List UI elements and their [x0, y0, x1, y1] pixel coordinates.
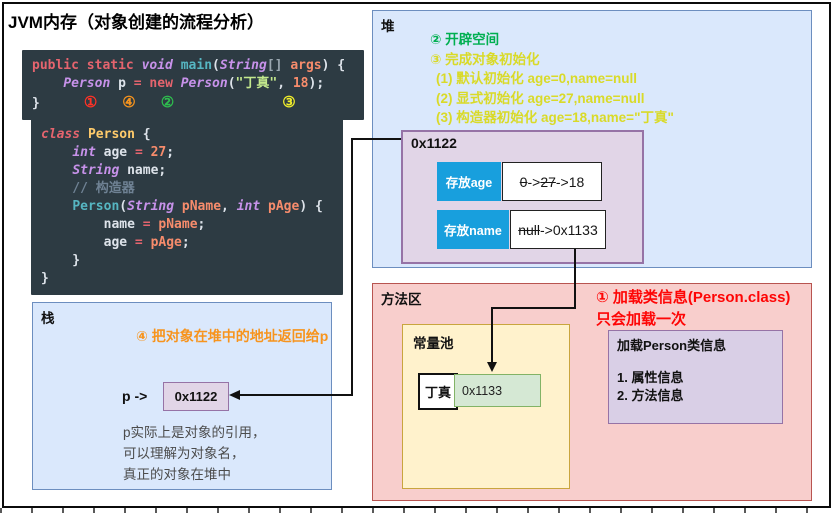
pointer-label: p ->	[122, 388, 148, 404]
arrow-glyph: ->	[540, 221, 553, 238]
name-final-value: 0x1133	[552, 221, 598, 238]
constant-pool-key-cell: 丁真	[418, 373, 458, 410]
page-title: JVM内存（对象创建的流程分析）	[8, 13, 264, 32]
stack-note-line-1: p实际上是对象的引用，	[123, 425, 266, 440]
name-slot-label: 存放name	[437, 210, 509, 249]
age-old-value-27: 27	[540, 173, 556, 190]
class-info-box: 加载Person类信息 1. 属性信息 2. 方法信息	[608, 330, 783, 424]
constant-pool-box: 常量池 丁真 0x1133	[402, 324, 570, 489]
heap-label: 堆	[381, 19, 395, 34]
cutoff-text-strip	[0, 508, 833, 513]
name-slot-row: 存放name null -> 0x1133	[437, 210, 606, 249]
constant-pool-label: 常量池	[413, 336, 454, 351]
age-final-value: 18	[568, 173, 585, 190]
step-1-line-2: 只会加载一次	[596, 311, 687, 328]
stack-label: 栈	[41, 311, 55, 326]
heap-object-address: 0x1122	[411, 135, 457, 151]
stack-note-line-2: 可以理解为对象名，	[123, 446, 245, 461]
class-info-title: 加载Person类信息	[617, 338, 727, 353]
constant-pool-value-cell: 0x1133	[454, 374, 541, 407]
stack-step-4: ④ 把对象在堆中的地址返回给p	[136, 328, 329, 344]
stack-address-chip: 0x1122	[163, 382, 229, 411]
heap-step-3-2: (2) 显式初始化 age=27,name=null	[436, 90, 645, 106]
heap-step-3: ③ 完成对象初始化	[430, 51, 540, 67]
stack-note: p实际上是对象的引用， 可以理解为对象名， 真正的对象在堆中	[123, 422, 266, 485]
age-slot-value: 0 -> 27 -> 18	[502, 162, 602, 201]
name-slot-value: null -> 0x1133	[510, 210, 606, 249]
step-1-line-1: ① 加载类信息(Person.class)	[596, 289, 791, 306]
code-block-main: public static void main(String[] args) {…	[22, 50, 364, 120]
age-old-value-0: 0	[519, 173, 528, 190]
age-slot-row: 存放age 0 -> 27 -> 18	[437, 162, 602, 201]
heap-steps: ② 开辟空间 ③ 完成对象初始化 (1) 默认初始化 age=0,name=nu…	[430, 30, 674, 128]
code-block-person: class Person { int age = 27; String name…	[31, 119, 343, 295]
method-area-label: 方法区	[381, 292, 422, 307]
name-old-value-null: null	[518, 221, 541, 238]
class-info-item-2: 2. 方法信息	[617, 388, 684, 403]
age-slot-label: 存放age	[437, 162, 501, 201]
heap-step-3-1: (1) 默认初始化 age=0,name=null	[436, 71, 638, 86]
heap-step-2: ② 开辟空间	[430, 32, 500, 47]
heap-step-3-3: (3) 构造器初始化 age=18,name="丁真"	[436, 110, 674, 125]
method-area-step-1: ① 加载类信息(Person.class) 只会加载一次	[596, 287, 816, 331]
arrow-glyph: ->	[527, 173, 541, 190]
arrow-glyph: ->	[555, 173, 569, 190]
class-info-item-1: 1. 属性信息	[617, 370, 684, 385]
stack-note-line-3: 真正的对象在堆中	[123, 467, 231, 482]
